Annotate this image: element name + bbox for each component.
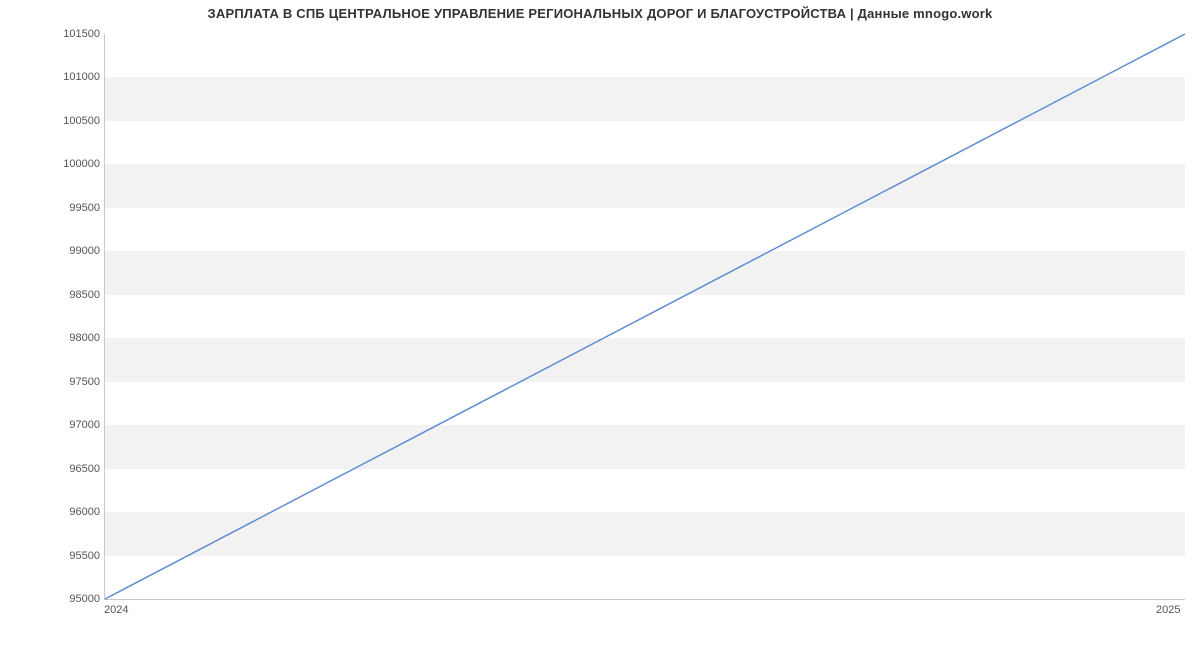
y-tick-label: 99500	[20, 202, 100, 214]
y-tick-label: 100000	[20, 158, 100, 170]
plot-area	[104, 34, 1185, 600]
y-tick-label: 101500	[20, 28, 100, 40]
chart-title: ЗАРПЛАТА В СПБ ЦЕНТРАЛЬНОЕ УПРАВЛЕНИЕ РЕ…	[0, 6, 1200, 21]
y-tick-label: 98000	[20, 332, 100, 344]
y-tick-label: 98500	[20, 289, 100, 301]
y-tick-label: 96000	[20, 506, 100, 518]
chart-container: ЗАРПЛАТА В СПБ ЦЕНТРАЛЬНОЕ УПРАВЛЕНИЕ РЕ…	[0, 0, 1200, 650]
y-tick-label: 101000	[20, 71, 100, 83]
line-series	[105, 34, 1185, 599]
y-tick-label: 100500	[20, 115, 100, 127]
y-tick-label: 97000	[20, 419, 100, 431]
x-tick-label: 2024	[104, 604, 128, 616]
y-tick-label: 95000	[20, 593, 100, 605]
y-tick-label: 95500	[20, 550, 100, 562]
y-tick-label: 99000	[20, 245, 100, 257]
y-tick-label: 96500	[20, 463, 100, 475]
y-tick-label: 97500	[20, 376, 100, 388]
x-tick-label: 2025	[1156, 604, 1180, 616]
